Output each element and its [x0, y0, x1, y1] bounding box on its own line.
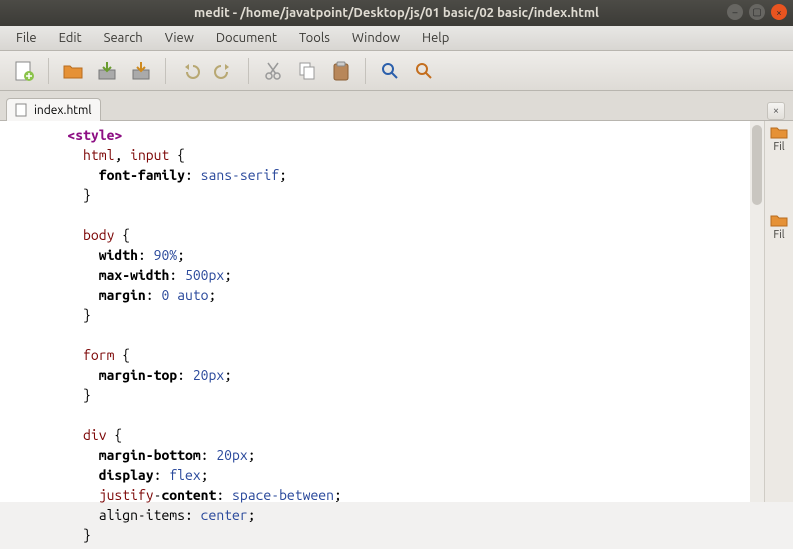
vertical-scrollbar[interactable] [750, 121, 764, 502]
window-titlebar: medit - /home/javatpoint/Desktop/js/01 b… [0, 0, 793, 26]
open-file-button[interactable] [59, 57, 87, 85]
find-button[interactable] [376, 57, 404, 85]
tab-close-button[interactable]: × [767, 102, 785, 120]
undo-button[interactable] [176, 57, 204, 85]
save-button[interactable] [93, 57, 121, 85]
editor-wrap: <style> html, input { font-family: sans-… [0, 121, 765, 502]
side-panel-item-filebrowser2[interactable]: Fil [770, 213, 788, 241]
side-panel-label: Fil [773, 229, 784, 241]
code-editor[interactable]: <style> html, input { font-family: sans-… [0, 121, 764, 549]
menu-edit[interactable]: Edit [49, 28, 92, 48]
menu-file[interactable]: File [6, 28, 47, 48]
tab-strip: index.html × [0, 91, 793, 121]
toolbar-separator [365, 58, 366, 84]
window-title: medit - /home/javatpoint/Desktop/js/01 b… [8, 6, 785, 20]
paste-button[interactable] [327, 57, 355, 85]
cut-button[interactable] [259, 57, 287, 85]
tab-close-area: × [767, 102, 785, 120]
tab-label: index.html [34, 104, 92, 117]
toolbar [0, 51, 793, 91]
folder-icon [770, 213, 788, 227]
file-icon [15, 103, 29, 117]
menu-document[interactable]: Document [206, 28, 287, 48]
toolbar-separator [48, 58, 49, 84]
menubar: File Edit Search View Document Tools Win… [0, 26, 793, 51]
maximize-button[interactable]: ▢ [749, 4, 765, 20]
save-as-button[interactable] [127, 57, 155, 85]
main-area: <style> html, input { font-family: sans-… [0, 121, 793, 502]
tab-index-html[interactable]: index.html [6, 98, 101, 121]
toolbar-separator [165, 58, 166, 84]
menu-search[interactable]: Search [94, 28, 153, 48]
side-panel: Fil Fil [765, 121, 793, 502]
scrollbar-thumb[interactable] [752, 125, 762, 205]
side-panel-label: Fil [773, 141, 784, 153]
menu-window[interactable]: Window [342, 28, 410, 48]
minimize-button[interactable]: – [727, 4, 743, 20]
close-button[interactable]: × [771, 4, 787, 20]
folder-icon [770, 125, 788, 139]
redo-button[interactable] [210, 57, 238, 85]
window-controls: – ▢ × [727, 4, 787, 20]
copy-button[interactable] [293, 57, 321, 85]
menu-view[interactable]: View [155, 28, 204, 48]
menu-tools[interactable]: Tools [289, 28, 340, 48]
find-replace-button[interactable] [410, 57, 438, 85]
toolbar-separator [248, 58, 249, 84]
menu-help[interactable]: Help [412, 28, 459, 48]
new-file-button[interactable] [10, 57, 38, 85]
side-panel-item-filebrowser[interactable]: Fil [770, 125, 788, 153]
